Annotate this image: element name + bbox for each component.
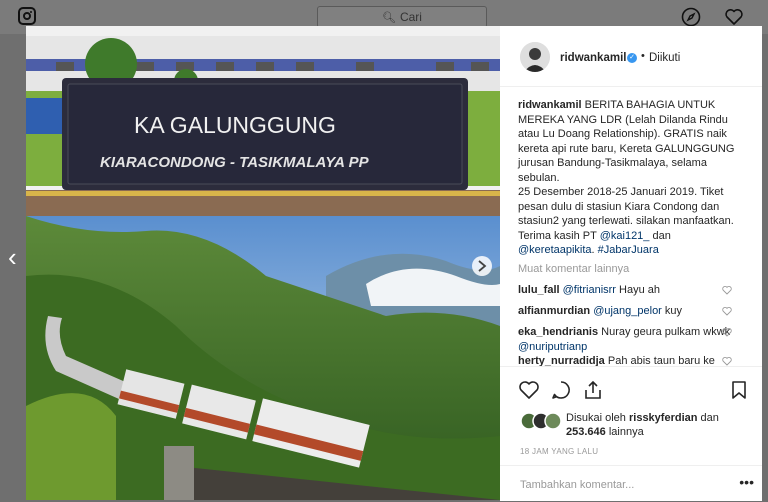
likes-summary: Disukai oleh risskyferdian dan 253.646 la… [566, 411, 746, 439]
explore-compass-icon[interactable] [681, 7, 701, 27]
search-icon: 🔍︎ [382, 11, 396, 24]
post-caption: ridwankamil BERITA BAHAGIA UNTUK MEREKA … [518, 98, 742, 258]
post-author-username[interactable]: ridwankamil [560, 52, 626, 64]
instagram-logo-icon[interactable] [18, 7, 36, 25]
post-timestamp: 18 JAM YANG LALU [520, 447, 599, 456]
comment-username[interactable]: eka_hendrianis [518, 326, 598, 338]
comment-mention[interactable]: @fitrianisrr [563, 284, 616, 296]
comment-item: lulu_fall @fitrianisrr Hayu ah [518, 283, 732, 298]
post-actions-panel: Disukai oleh risskyferdian dan 253.646 la… [500, 366, 762, 501]
comment-mention[interactable]: @nuriputrianp [518, 341, 587, 353]
likes-suffix: lainnya [605, 426, 644, 438]
comment-like-heart-icon[interactable] [722, 285, 732, 295]
likes-count[interactable]: 253.646 [566, 426, 606, 438]
post-header: ridwankamil ✓ • Diikuti [500, 26, 762, 87]
comment-bubble-icon[interactable] [550, 379, 572, 401]
following-status-button[interactable]: Diikuti [649, 52, 680, 64]
carousel-next-button[interactable] [472, 256, 492, 276]
sign-title-text: KA GALUNGGUNG [134, 112, 336, 138]
comment-text: Hayu ah [615, 284, 660, 296]
comment-text: Nuray geura pulkam wkwk [598, 326, 731, 338]
bookmark-save-icon[interactable] [728, 379, 750, 401]
likes-user[interactable]: risskyferdian [629, 412, 697, 424]
comments-scrollbar[interactable] [754, 86, 762, 386]
caption-text-part-3: dan [649, 229, 671, 242]
verified-badge-icon: ✓ [627, 53, 637, 63]
separator-dot: • [641, 50, 645, 62]
post-sidebar: ridwankamil ✓ • Diikuti ridwankamil BERI… [500, 26, 762, 501]
add-comment-placeholder: Tambahkan komentar... [520, 479, 635, 491]
share-upload-icon[interactable] [582, 379, 604, 401]
comment-username[interactable]: alfianmurdian [518, 305, 590, 317]
search-input[interactable]: 🔍︎ Cari [317, 6, 487, 28]
likes-prefix: Disukai oleh [566, 412, 629, 424]
comment-item: herty_nurradidja Pah abis taun baru ke b… [518, 354, 732, 366]
liker-avatars-icon[interactable] [520, 411, 564, 431]
comment-username[interactable]: herty_nurradidja [518, 355, 605, 366]
comment-item: eka_hendrianis Nuray geura pulkam wkwk @… [518, 325, 732, 354]
caption-mention-keretaapikita[interactable]: @keretaapikita [518, 244, 592, 256]
caption-hashtag[interactable]: #JabarJuara [598, 244, 659, 256]
likes-middle: dan [697, 412, 719, 424]
caption-username[interactable]: ridwankamil [518, 99, 582, 111]
activity-heart-icon[interactable] [724, 7, 744, 27]
like-heart-icon[interactable] [518, 379, 540, 401]
add-comment-field[interactable]: Tambahkan komentar... ••• [500, 465, 762, 502]
more-options-icon[interactable]: ••• [739, 474, 754, 490]
sign-route-text: KIARACONDONG - TASIKMALAYA PP [100, 154, 370, 171]
caption-mention-kai121[interactable]: @kai121_ [600, 230, 650, 242]
previous-post-arrow-icon[interactable]: ‹ [8, 244, 17, 270]
post-photo-collage: KA GALUNGGUNG KIARACONDONG - TASIKMALAYA… [26, 26, 500, 500]
comment-username[interactable]: lulu_fall [518, 284, 560, 296]
avatar[interactable] [520, 42, 550, 72]
post-image: KA GALUNGGUNG KIARACONDONG - TASIKMALAYA… [26, 26, 500, 500]
load-more-comments-link[interactable]: Muat komentar lainnya [518, 263, 629, 275]
comment-like-heart-icon[interactable] [722, 306, 732, 316]
caption-text-part-1: BERITA BAHAGIA UNTUK MEREKA YANG LDR (Le… [518, 99, 735, 184]
comment-item: alfianmurdian @ujang_pelor kuy [518, 304, 732, 319]
comment-text: kuy [661, 305, 683, 317]
search-placeholder: Cari [399, 10, 422, 24]
comment-like-heart-icon[interactable] [722, 356, 732, 366]
profile-photo-icon [520, 42, 550, 72]
comment-like-heart-icon[interactable] [722, 327, 732, 337]
comment-mention[interactable]: @ujang_pelor [593, 305, 662, 317]
